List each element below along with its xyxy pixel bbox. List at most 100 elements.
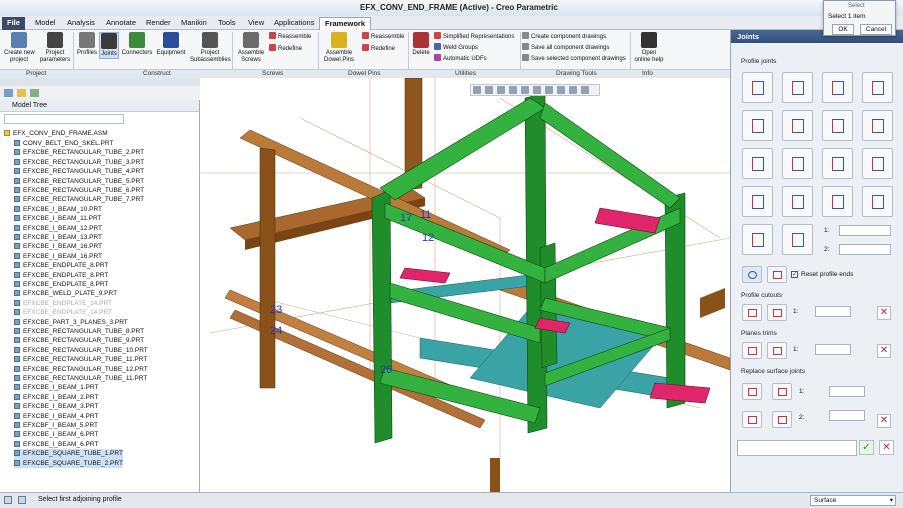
- tree-item[interactable]: EFXCBE_RECTANGULAR_TUBE_9.PRT: [14, 336, 144, 345]
- tree-item[interactable]: EFXCBE_I_BEAM_12.PRT: [14, 224, 102, 233]
- tree-item[interactable]: EFXCBE_WELD_PLATE_9.PRT: [14, 289, 117, 298]
- trim-button-1[interactable]: [742, 342, 762, 359]
- cutout-distance-field[interactable]: [815, 306, 851, 317]
- connectors-button[interactable]: Connectors: [121, 32, 153, 57]
- tree-item[interactable]: EFXCBE_I_BEAM_6.PRT: [14, 430, 98, 439]
- save-all-drawings-button[interactable]: Save all component drawings: [522, 43, 609, 53]
- swap-toggle[interactable]: [767, 266, 787, 283]
- distance-2-field[interactable]: [839, 244, 891, 255]
- refit-icon[interactable]: [473, 86, 481, 94]
- tree-item[interactable]: EFXCBE_RECTANGULAR_TUBE_11.PRT: [14, 374, 147, 383]
- joint-type-button[interactable]: [862, 110, 893, 141]
- graphics-viewport[interactable]: 17 11 12 23 24 26: [200, 78, 730, 492]
- saved-views-icon[interactable]: [533, 86, 541, 94]
- trim-button-2[interactable]: [767, 342, 787, 359]
- surface-joint-button-4[interactable]: [772, 411, 792, 428]
- tree-item[interactable]: EFXCBE_ENDPLATE_14.PRT: [14, 308, 112, 317]
- joint-type-button[interactable]: [822, 186, 853, 217]
- tree-item[interactable]: EFXCBE_RECTANGULAR_TUBE_7.PRT: [14, 195, 144, 204]
- ok-button[interactable]: OK: [832, 24, 854, 35]
- tree-search-input[interactable]: [4, 114, 124, 124]
- cancel-icon[interactable]: ✕: [879, 440, 894, 455]
- cutout-button-1[interactable]: [742, 304, 762, 321]
- accept-icon[interactable]: ✓: [859, 440, 874, 455]
- tree-item[interactable]: EFXCBE_RECTANGULAR_TUBE_8.PRT: [14, 327, 144, 336]
- cutout-delete-icon[interactable]: ✕: [877, 306, 891, 320]
- save-selected-drawings-button[interactable]: Save selected component drawings: [522, 54, 626, 64]
- tab-tools[interactable]: Tools: [213, 17, 241, 30]
- joint-label[interactable]: 11: [420, 209, 431, 221]
- tree-item[interactable]: EFXCBE_RECTANGULAR_TUBE_12.PRT: [14, 365, 148, 374]
- tree-root[interactable]: EFX_CONV_END_FRAME.ASM: [4, 129, 108, 138]
- spin-center-icon[interactable]: [581, 86, 589, 94]
- tab-view[interactable]: View: [243, 17, 269, 30]
- create-project-button[interactable]: Create new project: [4, 32, 35, 64]
- tree-item[interactable]: EFXCBE_I_BEAM_13.PRT: [14, 233, 102, 242]
- joint-type-button[interactable]: [782, 72, 813, 103]
- joint-type-button[interactable]: [822, 72, 853, 103]
- tab-framework[interactable]: Framework: [319, 17, 372, 30]
- graphics-toolbar-icon[interactable]: [18, 496, 26, 504]
- tree-item[interactable]: EFXCBE_I_BEAM_16.PRT: [14, 252, 102, 261]
- tree-item[interactable]: EFXCBE_SQUARE_TUBE_1.PRT: [14, 449, 123, 459]
- online-help-button[interactable]: Open online help: [632, 32, 666, 64]
- joint-type-button[interactable]: [782, 110, 813, 141]
- selection-filter-dropdown[interactable]: Surface ▾: [810, 495, 896, 506]
- eye-toggle[interactable]: [742, 266, 762, 283]
- joint-label[interactable]: 24: [270, 325, 282, 337]
- tree-item[interactable]: EFXCBE_RECTANGULAR_TUBE_2.PRT: [14, 148, 144, 157]
- group-screws[interactable]: Screws: [262, 70, 283, 77]
- repaint-icon[interactable]: [509, 86, 517, 94]
- group-info[interactable]: Info: [642, 70, 653, 77]
- folder-tab-icon[interactable]: [17, 89, 26, 97]
- orientation-icon[interactable]: [521, 86, 529, 94]
- surface-distance-1-field[interactable]: [829, 386, 865, 397]
- joint-type-button[interactable]: [822, 148, 853, 179]
- status-toggle-icon[interactable]: [4, 496, 12, 504]
- tree-item[interactable]: EFXCBE_RECTANGULAR_TUBE_4.PRT: [14, 167, 144, 176]
- weld-groups-button[interactable]: Weld Groups: [434, 43, 478, 53]
- tree-item[interactable]: EFXCBE_RECTANGULAR_TUBE_11.PRT: [14, 355, 147, 364]
- redefine-dowel-button[interactable]: Redefine: [362, 44, 395, 54]
- tree-item[interactable]: EFXCBE_ENDPLATE_14.PRT: [14, 299, 112, 308]
- surface-joint-button-2[interactable]: [772, 383, 792, 400]
- profiles-button[interactable]: Profiles: [76, 32, 98, 57]
- joint-type-button[interactable]: [742, 224, 773, 255]
- tab-render[interactable]: Render: [141, 17, 176, 30]
- model-tree-tab-icon[interactable]: [4, 89, 13, 97]
- joints-button[interactable]: Joints: [99, 32, 119, 59]
- joint-label[interactable]: 23: [270, 304, 282, 316]
- tab-applications[interactable]: Applications: [269, 17, 319, 30]
- tab-model[interactable]: Model: [30, 17, 60, 30]
- cutout-button-2[interactable]: [767, 304, 787, 321]
- distance-1-field[interactable]: [839, 225, 891, 236]
- display-style-icon[interactable]: [545, 86, 553, 94]
- file-menu[interactable]: File: [2, 17, 25, 30]
- reassemble-dowel-button[interactable]: Reassemble: [362, 32, 404, 42]
- create-drawings-button[interactable]: Create component drawings: [522, 32, 606, 42]
- delete-button[interactable]: Delete: [410, 32, 432, 57]
- zoom-in-icon[interactable]: [485, 86, 493, 94]
- tree-item[interactable]: EFXCBE_I_BEAM_4.PRT: [14, 412, 98, 421]
- tree-item[interactable]: EFXCBE_I_BEAM_3.PRT: [14, 402, 98, 411]
- tree-item[interactable]: EFXCBE_I_BEAM_16.PRT: [14, 242, 102, 251]
- joint-type-button[interactable]: [862, 72, 893, 103]
- surface-delete-icon[interactable]: ✕: [877, 414, 891, 428]
- joint-type-button[interactable]: [742, 186, 773, 217]
- joint-type-button[interactable]: [782, 186, 813, 217]
- joint-type-button[interactable]: [742, 110, 773, 141]
- surface-joint-button-3[interactable]: [742, 411, 762, 428]
- joint-type-button[interactable]: [862, 148, 893, 179]
- datum-display-icon[interactable]: [557, 86, 565, 94]
- tree-item[interactable]: EFXCBE_I_BEAM_2.PRT: [14, 393, 98, 402]
- tree-item[interactable]: EFXCBE_ENDPLATE_8.PRT: [14, 261, 108, 270]
- surface-distance-2-field[interactable]: [829, 410, 865, 421]
- tree-item[interactable]: CONV_BELT_END_SKEL.PRT: [14, 139, 113, 148]
- assemble-screws-button[interactable]: Assemble Screws: [234, 32, 268, 64]
- joint-type-button[interactable]: [742, 148, 773, 179]
- tree-item[interactable]: EFXCBE_I_BEAM_10.PRT: [14, 205, 102, 214]
- group-project[interactable]: Project: [26, 70, 46, 77]
- tree-item[interactable]: EFXCBE_I_BEAM_11.PRT: [14, 214, 102, 223]
- project-parameters-button[interactable]: Project parameters: [38, 32, 72, 64]
- joint-type-button[interactable]: [742, 72, 773, 103]
